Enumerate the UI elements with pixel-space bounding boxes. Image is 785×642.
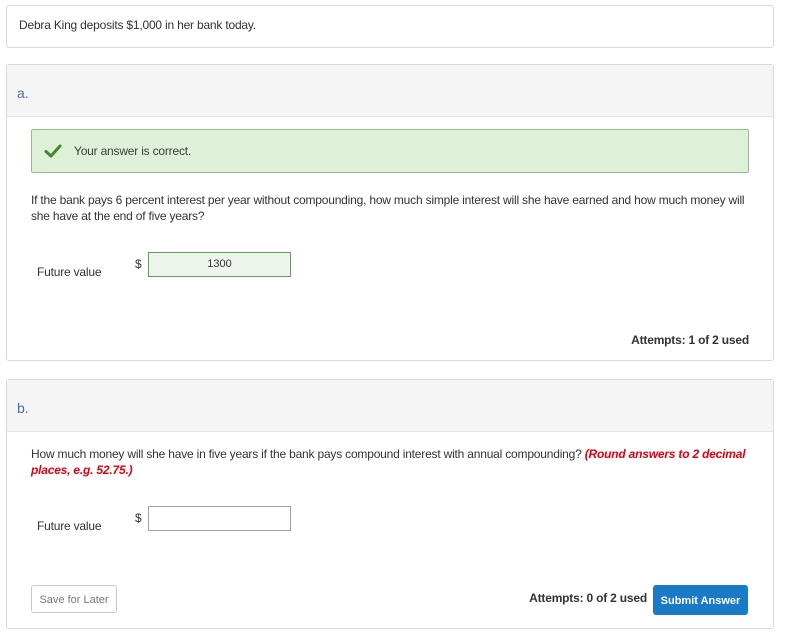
submit-answer-button[interactable]: Submit Answer (653, 585, 748, 615)
attempts-counter-a: Attempts: 1 of 2 used (631, 333, 749, 347)
future-value-label: Future value (37, 519, 102, 533)
intro-text: Debra King deposits $1,000 in her bank t… (19, 18, 256, 32)
save-for-later-button[interactable]: Save for Later (31, 585, 117, 613)
part-b-question-text: How much money will she have in five yea… (31, 447, 582, 461)
part-b-question: How much money will she have in five yea… (31, 446, 751, 478)
attempts-counter-b: Attempts: 0 of 2 used (529, 591, 647, 605)
part-a-question: If the bank pays 6 percent interest per … (31, 193, 745, 223)
future-value-label: Future value (37, 265, 102, 279)
part-b-header: b. (7, 380, 773, 432)
part-a-header: a. (7, 65, 773, 117)
future-value-answer-a[interactable]: 1300 (148, 252, 291, 277)
alert-text: Your answer is correct. (74, 144, 192, 158)
correct-answer-alert: Your answer is correct. (31, 129, 749, 173)
future-value-input-b[interactable] (148, 506, 291, 531)
part-a-panel: a. Your answer is correct. If the bank p… (6, 64, 774, 361)
part-b-panel: b. How much money will she have in five … (6, 379, 774, 629)
currency-symbol: $ (135, 511, 142, 525)
part-a-letter: a. (17, 85, 29, 101)
problem-intro: Debra King deposits $1,000 in her bank t… (6, 5, 774, 48)
currency-symbol: $ (135, 257, 142, 271)
check-icon (44, 144, 62, 158)
part-b-letter: b. (17, 400, 29, 416)
